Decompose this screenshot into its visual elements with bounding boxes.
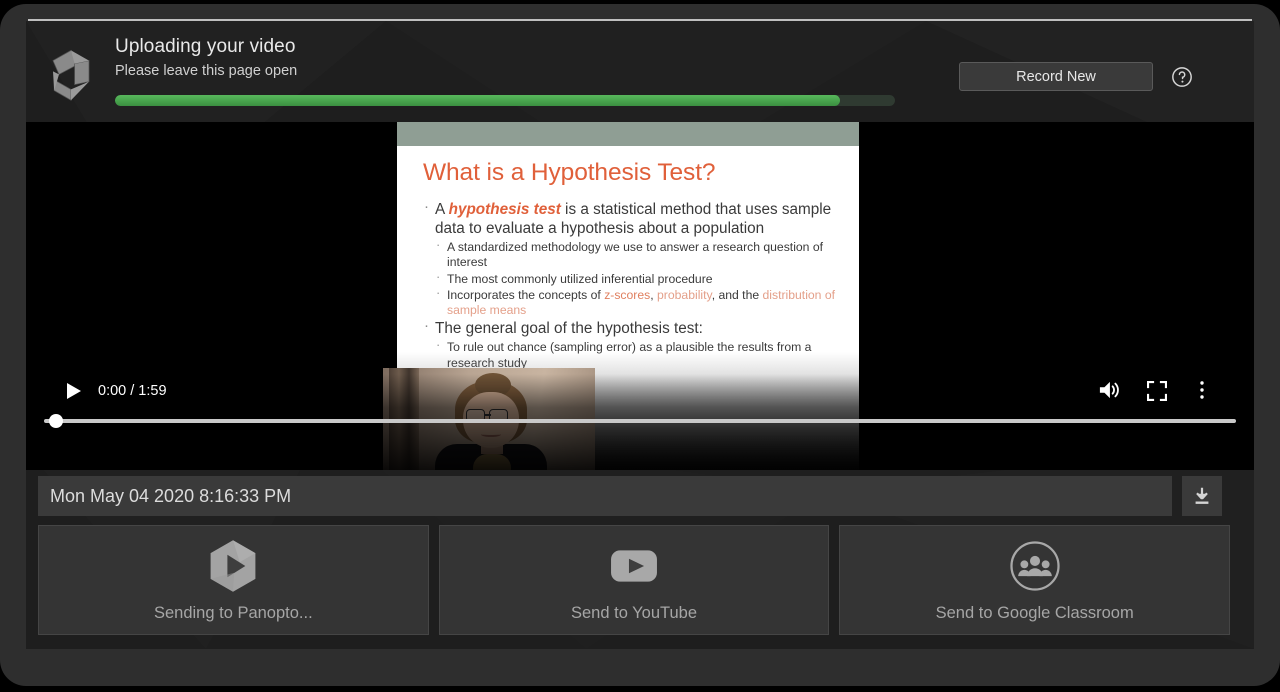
send-to-google-classroom-label: Send to Google Classroom — [935, 603, 1134, 622]
upload-subtitle: Please leave this page open — [115, 63, 298, 79]
send-to-youtube-button[interactable]: Send to YouTube — [438, 525, 830, 635]
recording-name-input[interactable] — [38, 476, 1172, 516]
send-to-google-classroom-button[interactable]: Send to Google Classroom — [839, 525, 1231, 635]
app-window: Uploading your video Please leave this p… — [0, 4, 1280, 686]
header: Uploading your video Please leave this p… — [26, 21, 1254, 125]
slide-bullet-text: The general goal of the hypothesis test: — [435, 320, 703, 338]
send-to-youtube-label: Send to YouTube — [571, 603, 698, 622]
panopto-play-hexagon-icon — [210, 539, 256, 592]
record-new-label: Record New — [1016, 68, 1096, 85]
slide-title: What is a Hypothesis Test? — [423, 159, 716, 186]
upload-title: Uploading your video — [115, 36, 296, 57]
slide-header-bar — [397, 122, 859, 146]
slide-bullet-text: , and the — [711, 287, 763, 302]
filename-row — [26, 476, 1254, 518]
youtube-icon — [611, 549, 657, 582]
seek-track — [44, 419, 1236, 423]
slide-body: A hypothesis test is a statistical metho… — [423, 197, 843, 372]
destination-buttons: Sending to Panopto... Send to YouTube Se… — [38, 525, 1231, 635]
slide-bullet: Incorporates the concepts of z-scores, p… — [423, 285, 843, 319]
slide-bullet-text: The most commonly utilized inferential p… — [447, 271, 713, 286]
slide-bullet: A standardized methodology we use to ans… — [423, 237, 843, 271]
seek-bar[interactable] — [44, 414, 1236, 428]
seek-handle[interactable] — [48, 414, 63, 428]
content-panel: Uploading your video Please leave this p… — [26, 21, 1254, 649]
slide-bullet-text: To rule out chance (sampling error) as a… — [447, 340, 812, 370]
record-new-button[interactable]: Record New — [959, 62, 1153, 91]
video-player[interactable]: What is a Hypothesis Test? A hypothesis … — [26, 122, 1254, 470]
slide-bullet-text: hypothesis test — [448, 201, 561, 218]
panopto-hexagon-logo-icon — [52, 49, 90, 101]
slide-bullet: A hypothesis test is a statistical metho… — [423, 197, 843, 238]
google-classroom-people-icon — [1010, 540, 1060, 591]
slide-bullet-text: A — [435, 201, 449, 218]
send-to-panopto-button[interactable]: Sending to Panopto... — [38, 525, 429, 635]
slide-bullet-text: z-scores — [604, 287, 651, 302]
kebab-menu-icon[interactable] — [1199, 380, 1205, 400]
upload-progress-fill — [115, 95, 841, 106]
time-display: 0:00 / 1:59 — [98, 383, 167, 399]
send-to-panopto-label: Sending to Panopto... — [153, 603, 313, 622]
download-icon — [1195, 487, 1209, 504]
play-icon[interactable] — [66, 382, 82, 400]
upload-progress-bar — [115, 95, 895, 106]
slide-bullet-text: Incorporates the concepts of — [447, 287, 605, 302]
fullscreen-icon[interactable] — [1147, 381, 1167, 401]
slide-bullet: To rule out chance (sampling error) as a… — [423, 338, 843, 371]
volume-icon[interactable] — [1098, 380, 1120, 400]
slide-bullet: The most commonly utilized inferential p… — [423, 269, 843, 287]
download-button[interactable] — [1182, 476, 1222, 516]
slide-bullet: The general goal of the hypothesis test: — [423, 316, 843, 338]
slide-bullet-text: , — [650, 287, 658, 302]
slide-bullet-text: A standardized methodology we use to ans… — [447, 240, 824, 270]
slide-bullet-text: probability — [657, 287, 712, 302]
player-controls: 0:00 / 1:59 — [26, 374, 1254, 470]
help-circle-icon[interactable] — [1171, 66, 1193, 88]
